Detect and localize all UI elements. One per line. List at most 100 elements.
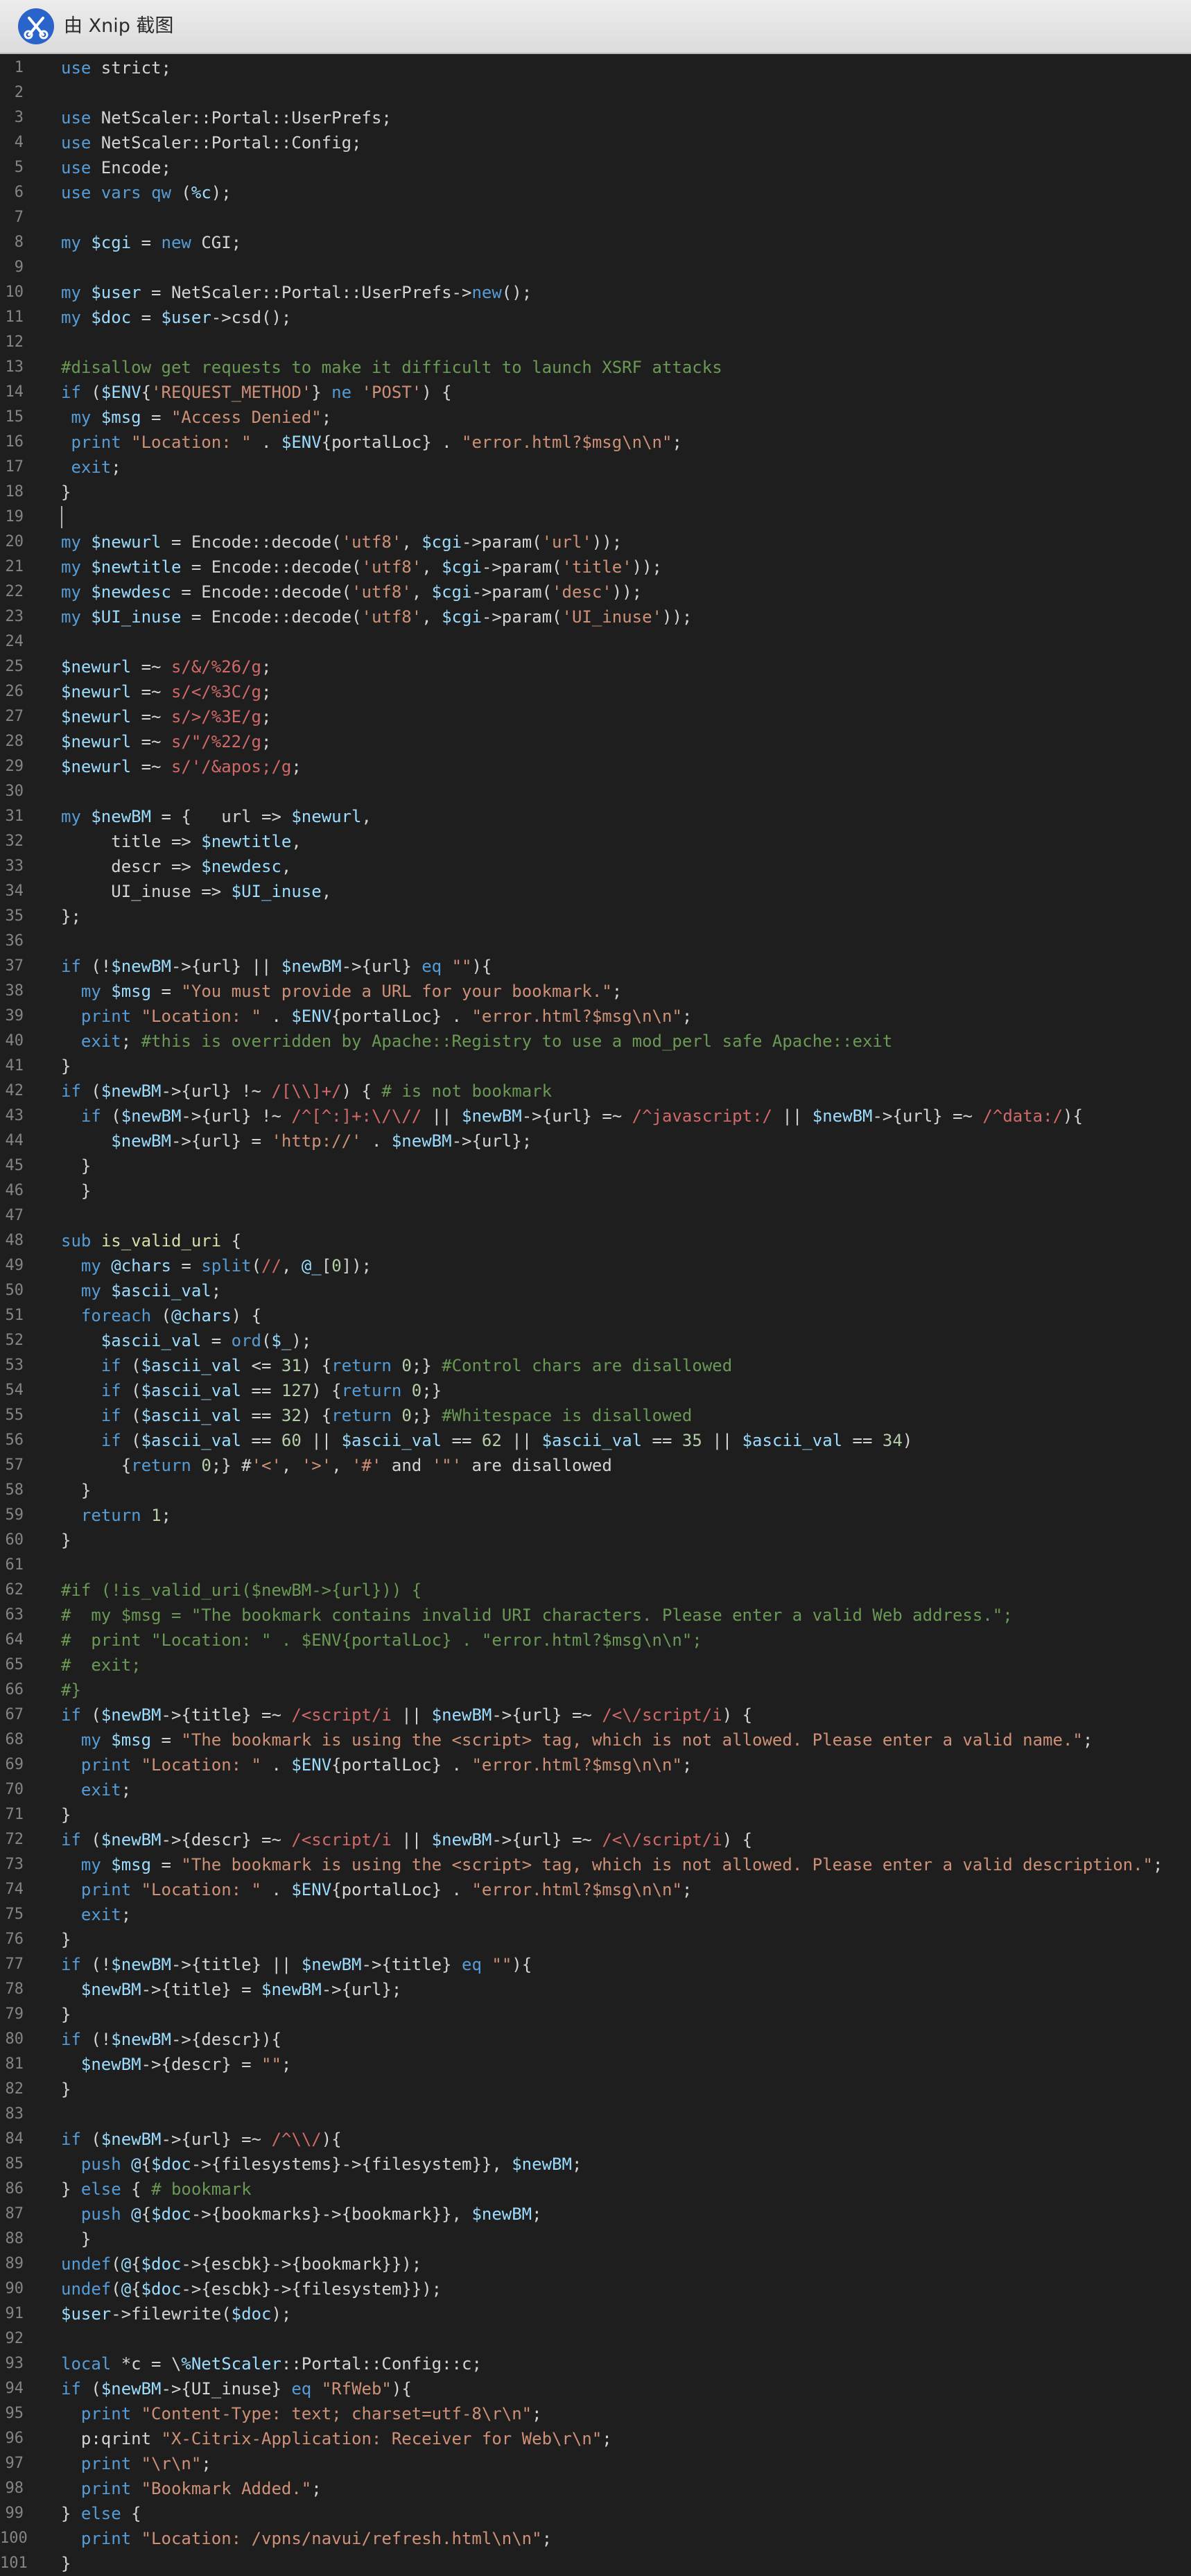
code-line[interactable]: 63 # my $msg = "The bookmark contains inv… xyxy=(0,1603,1191,1628)
code-line[interactable]: 57 {return 0;} #'<', '>', '#' and '"' ar… xyxy=(0,1453,1191,1478)
code-line[interactable]: 87 push @{$doc->{bookmarks}->{bookmark}}… xyxy=(0,2202,1191,2227)
code-line[interactable]: 13 #disallow get requests to make it diff… xyxy=(0,355,1191,380)
code-line[interactable]: 91 $user->filewrite($doc); xyxy=(0,2301,1191,2326)
code-line[interactable]: 50 my $ascii_val; xyxy=(0,1278,1191,1303)
code-line[interactable]: 9 xyxy=(0,255,1191,280)
code-line[interactable]: 49 my @chars = split(//, @_[0]); xyxy=(0,1253,1191,1278)
code-line[interactable]: 37 if (!$newBM->{url} || $newBM->{url} eq… xyxy=(0,954,1191,979)
code-line[interactable]: 75 exit; xyxy=(0,1902,1191,1927)
code-line[interactable]: 80 if (!$newBM->{descr}){ xyxy=(0,2027,1191,2052)
code-line[interactable]: 44 $newBM->{url} = 'http://' . $newBM->{… xyxy=(0,1129,1191,1154)
code-line[interactable]: 2 xyxy=(0,80,1191,105)
code-line[interactable]: 67 if ($newBM->{title} =~ /<script/i || $… xyxy=(0,1703,1191,1728)
code-line[interactable]: 68 my $msg = "The bookmark is using the … xyxy=(0,1728,1191,1752)
code-line[interactable]: 81 $newBM->{descr} = ""; xyxy=(0,2052,1191,2077)
code-line[interactable]: 76} xyxy=(0,1927,1191,1952)
code-editor[interactable]: 1 use strict; 2 3 use NetScaler::Portal::Use… xyxy=(0,54,1191,2573)
code-line[interactable]: 21 my $newtitle = Encode::decode('utf8', … xyxy=(0,555,1191,580)
code-line[interactable]: 58 } xyxy=(0,1478,1191,1503)
code-line[interactable]: 1 use strict; xyxy=(0,55,1191,80)
code-line[interactable]: 60} xyxy=(0,1528,1191,1553)
code-line[interactable]: 35}; xyxy=(0,904,1191,929)
code-line[interactable]: 51 foreach (@chars) { xyxy=(0,1303,1191,1328)
code-line[interactable]: 16 print "Location: " . $ENV{portalLoc} … xyxy=(0,430,1191,455)
code-line[interactable]: 48 sub is_valid_uri { xyxy=(0,1228,1191,1253)
code-line[interactable]: 70 exit; xyxy=(0,1777,1191,1802)
code-line[interactable]: 62 #if (!is_valid_uri($newBM->{url})) { xyxy=(0,1578,1191,1603)
code-line[interactable]: 101} xyxy=(0,2551,1191,2576)
code-line[interactable]: 40 exit; #this is overridden by Apache::… xyxy=(0,1029,1191,1054)
code-line[interactable]: 25 $newurl =~ s/&/%26/g; xyxy=(0,654,1191,679)
code-line[interactable]: 11 my $doc = $user->csd(); xyxy=(0,305,1191,330)
code-line[interactable]: 15 my $msg = "Access Denied"; xyxy=(0,405,1191,430)
code-line[interactable]: 36 xyxy=(0,929,1191,954)
code-line[interactable]: 71} xyxy=(0,1802,1191,1827)
code-line[interactable]: 31 my $newBM = { url => $newurl, xyxy=(0,804,1191,829)
code-line[interactable]: 45 } xyxy=(0,1154,1191,1178)
code-line[interactable]: 94 if ($newBM->{UI_inuse} eq "RfWeb"){ xyxy=(0,2376,1191,2401)
code-line[interactable]: 79} xyxy=(0,2002,1191,2027)
code-line[interactable]: 61 xyxy=(0,1553,1191,1578)
code-line[interactable]: 5 use Encode; xyxy=(0,155,1191,180)
code-line[interactable]: 90 undef(@{$doc->{escbk}->{filesystem}}); xyxy=(0,2277,1191,2301)
code-line[interactable]: 7 xyxy=(0,205,1191,230)
code-line[interactable]: 55 if ($ascii_val == 32) {return 0;} #Wh… xyxy=(0,1403,1191,1428)
code-line[interactable]: 20 my $newurl = Encode::decode('utf8', $c… xyxy=(0,530,1191,555)
code-line[interactable]: 89 undef(@{$doc->{escbk}->{bookmark}}); xyxy=(0,2252,1191,2277)
code-line[interactable]: 28 $newurl =~ s/"/%22/g; xyxy=(0,729,1191,754)
code-line[interactable]: 29 $newurl =~ s/'/&apos;/g; xyxy=(0,754,1191,779)
code-line[interactable]: 43 if ($newBM->{url} !~ /^[^:]+:\/\// ||… xyxy=(0,1104,1191,1129)
code-line[interactable]: 8 my $cgi = new CGI; xyxy=(0,230,1191,255)
code-line[interactable]: 56 if ($ascii_val == 60 || $ascii_val ==… xyxy=(0,1428,1191,1453)
code-line[interactable]: 77 if (!$newBM->{title} || $newBM->{title… xyxy=(0,1952,1191,1977)
code-line[interactable]: 96 p:qrint "X-Citrix-Application: Receiv… xyxy=(0,2426,1191,2451)
code-line[interactable]: 32 title => $newtitle, xyxy=(0,829,1191,854)
code-line[interactable]: 59 return 1; xyxy=(0,1503,1191,1528)
code-line[interactable]: 98 print "Bookmark Added."; xyxy=(0,2476,1191,2501)
code-line[interactable]: 33 descr => $newdesc, xyxy=(0,854,1191,879)
code-line[interactable]: 86} else { # bookmark xyxy=(0,2177,1191,2202)
code-line[interactable]: 12 xyxy=(0,330,1191,355)
code-line[interactable]: 53 if ($ascii_val <= 31) {return 0;} #Co… xyxy=(0,1353,1191,1378)
code-line[interactable]: 27 $newurl =~ s/>/%3E/g; xyxy=(0,704,1191,729)
code-line[interactable]: 23 my $UI_inuse = Encode::decode('utf8', … xyxy=(0,604,1191,629)
code-line[interactable]: 52 $ascii_val = ord($_); xyxy=(0,1328,1191,1353)
code-line[interactable]: 14 if ($ENV{'REQUEST_METHOD'} ne 'POST') … xyxy=(0,380,1191,405)
code-line[interactable]: 19 xyxy=(0,505,1191,530)
code-line[interactable]: 65 # exit; xyxy=(0,1653,1191,1678)
code-line[interactable]: 83 xyxy=(0,2102,1191,2127)
code-line[interactable]: 84 if ($newBM->{url} =~ /^\\/){ xyxy=(0,2127,1191,2152)
code-line[interactable]: 82} xyxy=(0,2077,1191,2102)
code-line[interactable]: 10 my $user = NetScaler::Portal::UserPref… xyxy=(0,280,1191,305)
code-line[interactable]: 64 # print "Location: " . $ENV{portalLoc}… xyxy=(0,1628,1191,1653)
code-line[interactable]: 78 $newBM->{title} = $newBM->{url}; xyxy=(0,1977,1191,2002)
code-line[interactable]: 39 print "Location: " . $ENV{portalLoc} … xyxy=(0,1004,1191,1029)
code-line[interactable]: 99} else { xyxy=(0,2501,1191,2526)
code-line[interactable]: 26 $newurl =~ s/</%3C/g; xyxy=(0,679,1191,704)
code-line[interactable]: 38 my $msg = "You must provide a URL for… xyxy=(0,979,1191,1004)
code-line[interactable]: 4 use NetScaler::Portal::Config; xyxy=(0,130,1191,155)
code-line[interactable]: 46 } xyxy=(0,1178,1191,1203)
code-line[interactable]: 85 push @{$doc->{filesystems}->{filesyst… xyxy=(0,2152,1191,2177)
code-line[interactable]: 41} xyxy=(0,1054,1191,1079)
code-line[interactable]: 100 print "Location: /vpns/navui/refresh… xyxy=(0,2526,1191,2551)
code-line[interactable]: 6 use vars qw (%c); xyxy=(0,180,1191,205)
code-line[interactable]: 34 UI_inuse => $UI_inuse, xyxy=(0,879,1191,904)
code-line[interactable]: 3 use NetScaler::Portal::UserPrefs; xyxy=(0,105,1191,130)
code-line[interactable]: 54 if ($ascii_val == 127) {return 0;} xyxy=(0,1378,1191,1403)
code-line[interactable]: 92 xyxy=(0,2326,1191,2351)
code-line[interactable]: 42 if ($newBM->{url} !~ /[\\]+/) { # is n… xyxy=(0,1079,1191,1104)
code-line[interactable]: 72 if ($newBM->{descr} =~ /<script/i || $… xyxy=(0,1827,1191,1852)
code-line[interactable]: 74 print "Location: " . $ENV{portalLoc} … xyxy=(0,1877,1191,1902)
code-line[interactable]: 22 my $newdesc = Encode::decode('utf8', $… xyxy=(0,580,1191,604)
code-line[interactable]: 30 xyxy=(0,779,1191,804)
code-line[interactable]: 93 local *c = \%NetScaler::Portal::Config… xyxy=(0,2351,1191,2376)
code-line[interactable]: 97 print "\r\n"; xyxy=(0,2451,1191,2476)
code-line[interactable]: 95 print "Content-Type: text; charset=ut… xyxy=(0,2401,1191,2426)
code-line[interactable]: 88 } xyxy=(0,2227,1191,2252)
code-line[interactable]: 73 my $msg = "The bookmark is using the … xyxy=(0,1852,1191,1877)
code-line[interactable]: 24 xyxy=(0,629,1191,654)
code-line[interactable]: 69 print "Location: " . $ENV{portalLoc} … xyxy=(0,1752,1191,1777)
code-line[interactable]: 18} xyxy=(0,480,1191,505)
code-line[interactable]: 47 xyxy=(0,1203,1191,1228)
